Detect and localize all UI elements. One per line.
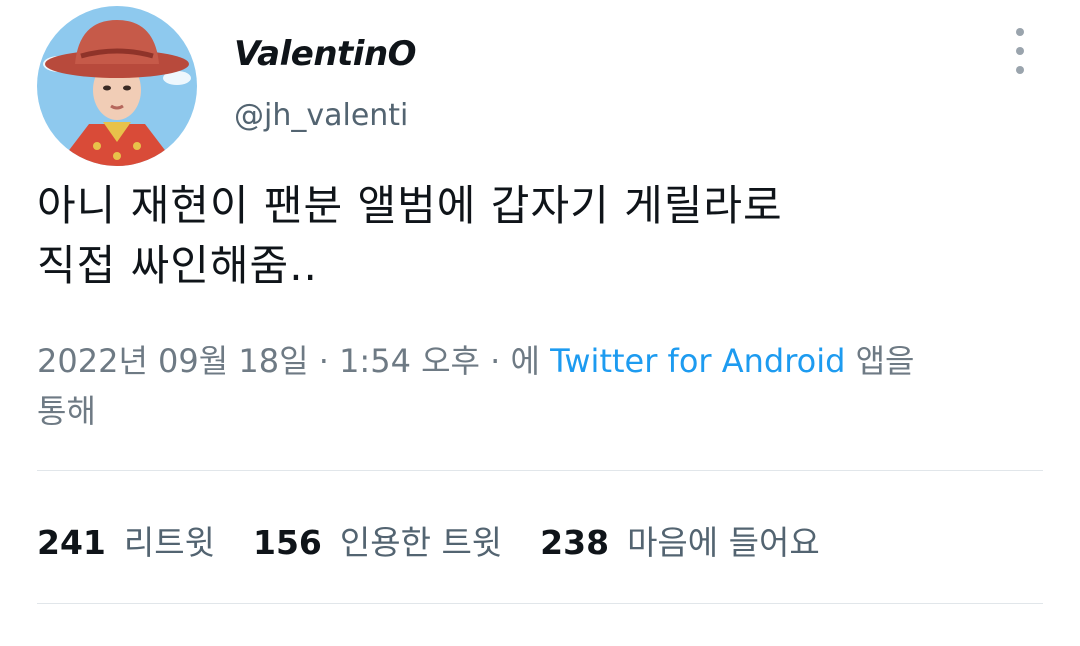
source-app-link[interactable]: Twitter for Android	[550, 342, 845, 380]
divider	[37, 470, 1043, 471]
source-prefix: 에	[510, 342, 551, 380]
divider	[37, 603, 1043, 604]
avatar[interactable]	[37, 6, 197, 166]
retweets-stat[interactable]: 241 리트윗	[37, 516, 215, 564]
retweet-count: 241	[37, 523, 106, 562]
retweet-label: 리트윗	[123, 523, 215, 562]
metadata-row: 2022년 09월 18일 · 1:54 오후 · 에 Twitter for …	[37, 336, 1047, 386]
source-suffix: 앱을	[845, 342, 915, 380]
quote-label: 인용한 트윗	[339, 523, 503, 562]
vertical-ellipsis-icon	[1016, 66, 1024, 74]
tweet-metadata: 2022년 09월 18일 · 1:54 오후 · 에 Twitter for …	[37, 336, 1047, 436]
vertical-ellipsis-icon	[1016, 47, 1024, 55]
quotes-stat[interactable]: 156 인용한 트윗	[253, 516, 502, 564]
display-name[interactable]: ValentinO	[234, 34, 417, 74]
metadata-row: 통해	[37, 386, 1047, 436]
vertical-ellipsis-icon	[1016, 28, 1024, 36]
engagement-stats: 241 리트윗 156 인용한 트윗 238 마음에 들어요	[37, 513, 858, 567]
separator: ·	[479, 342, 511, 380]
profile-photo	[37, 6, 197, 166]
tweet-text: 아니 재현이 팬분 앨범에 갑자기 게릴라로 직접 싸인해줌..	[37, 176, 1047, 296]
source-suffix: 통해	[37, 392, 96, 430]
more-options-button[interactable]	[1004, 28, 1036, 74]
separator: ·	[308, 342, 340, 380]
quote-count: 156	[252, 523, 322, 562]
tweet-date[interactable]: 2022년 09월 18일	[37, 342, 309, 380]
tweet-text-line: 아니 재현이 팬분 앨범에 갑자기 게릴라로	[37, 181, 783, 230]
user-handle[interactable]: @jh_valenti	[234, 96, 408, 136]
likes-stat[interactable]: 238 마음에 들어요	[540, 516, 820, 564]
tweet-time[interactable]: 1:54 오후	[339, 342, 480, 380]
like-count: 238	[540, 523, 610, 562]
like-label: 마음에 들어요	[627, 523, 820, 562]
tweet-text-line: 직접 싸인해줌..	[37, 241, 318, 290]
